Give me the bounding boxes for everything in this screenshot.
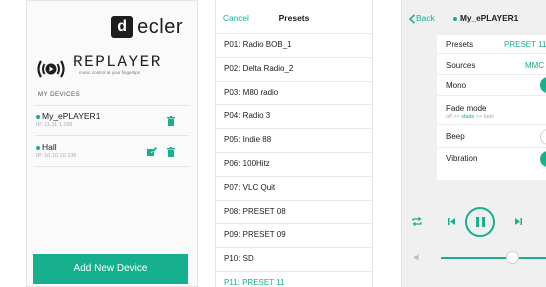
edit-icon[interactable] (147, 147, 157, 157)
settings-panel: Presets PRESET 11 Sources MMC Mono Fade … (437, 35, 546, 180)
trash-icon[interactable] (167, 116, 175, 126)
divider (35, 166, 189, 167)
presets-nav-bar: Cancel Presets (216, 0, 372, 33)
app-screens: d ecler REPLAYER music control at your f… (0, 0, 546, 287)
toggle-knob (541, 130, 546, 144)
back-button[interactable]: Back (416, 13, 435, 23)
preset-item[interactable]: P04: Radio 3 (216, 104, 372, 128)
player-settings-screen: Back My_ePLAYER1 Presets PRESET 11 Sourc… (401, 0, 546, 287)
volume-track[interactable] (441, 257, 546, 259)
preset-item[interactable]: P09: PRESET 09 (216, 223, 372, 247)
divider (35, 135, 189, 136)
device-status-dot (36, 146, 40, 150)
preset-item[interactable]: P11: PRESET 11 (216, 270, 372, 287)
fade-mode-row[interactable]: Fade mode off >> xfade >> fade (437, 96, 546, 125)
replayer-logo: REPLAYER music control at your fingertip… (35, 53, 195, 85)
vibration-label: Vibration (446, 154, 478, 163)
pause-button[interactable] (465, 207, 495, 237)
repeat-icon[interactable] (412, 217, 422, 226)
preset-item[interactable]: P05: Indie 88 (216, 128, 372, 152)
preset-item[interactable]: P01: Radio BOB_1 (216, 33, 372, 57)
device-item[interactable]: Hall IP: 10.10.10.106 (35, 140, 189, 176)
trash-icon[interactable] (167, 147, 175, 157)
playback-controls (402, 200, 546, 240)
beep-label: Beep (446, 132, 465, 141)
device-ip: IP: 11.11.1.106 (36, 122, 73, 128)
fade-option-fade: >> fade (474, 114, 495, 120)
preset-item[interactable]: P08: PRESET 08 (216, 199, 372, 224)
beep-row: Beep (437, 125, 546, 148)
divider (35, 105, 189, 106)
player-nav-bar: Back My_ePLAYER1 (402, 0, 546, 34)
replayer-wordmark: REPLAYER (73, 53, 162, 71)
ecler-logo: d ecler (111, 13, 183, 41)
next-icon[interactable] (515, 218, 522, 225)
mono-row: Mono (437, 75, 546, 96)
sources-label: Sources (446, 61, 476, 70)
presets-label: Presets (446, 40, 474, 49)
preset-item[interactable]: P03: M80 radio (216, 80, 372, 105)
fade-mode-options: off >> xfade >> fade (446, 114, 494, 120)
device-status-dot (36, 115, 40, 119)
player-name: My_ePLAYER1 (460, 13, 519, 23)
vibration-toggle[interactable] (540, 151, 546, 167)
fade-mode-label: Fade mode (446, 104, 487, 113)
preset-list: P01: Radio BOB_1 P02: Delta Radio_2 P03: M… (216, 33, 372, 287)
speaker-icon (414, 254, 419, 261)
volume-slider-knob[interactable] (506, 251, 519, 264)
beep-toggle[interactable] (540, 129, 546, 145)
devices-screen: d ecler REPLAYER music control at your f… (26, 0, 198, 287)
device-ip: IP: 10.10.10.106 (36, 153, 77, 159)
preset-item[interactable]: P10: SD (216, 247, 372, 271)
presets-title: Presets (278, 13, 310, 23)
sources-row[interactable]: Sources MMC (437, 54, 546, 75)
presets-screen: Cancel Presets P01: Radio BOB_1 P02: Delt… (215, 0, 373, 287)
pause-bar (482, 217, 485, 227)
pause-bar (476, 217, 479, 227)
mono-toggle[interactable] (540, 77, 546, 93)
preset-item[interactable]: P02: Delta Radio_2 (216, 56, 372, 81)
device-name: My_ePLAYER1 (42, 111, 101, 121)
ecler-logo-mark: d (111, 16, 134, 38)
broadcast-play-icon (37, 60, 65, 78)
fade-option-xfade: xfade (461, 114, 475, 120)
sources-value: MMC (525, 61, 545, 70)
presets-row[interactable]: Presets PRESET 11 (437, 35, 546, 54)
vibration-row: Vibration (437, 148, 546, 174)
player-status-dot (453, 17, 457, 21)
presets-value: PRESET 11 (504, 40, 546, 49)
previous-icon[interactable] (448, 218, 455, 225)
add-new-device-button[interactable]: Add New Device (33, 254, 188, 284)
my-devices-heading: MY DEVICES (38, 91, 81, 98)
ecler-logo-word: ecler (137, 15, 183, 38)
volume-control (402, 250, 546, 266)
preset-item[interactable]: P06: 100Hitz (216, 151, 372, 176)
mono-label: Mono (446, 81, 467, 90)
chevron-left-icon[interactable] (408, 14, 416, 24)
replayer-tagline: music control at your fingertips (79, 70, 141, 75)
fade-option-off: off >> (446, 114, 462, 120)
device-name: Hall (42, 142, 57, 152)
preset-item[interactable]: P07: VLC Quit (216, 175, 372, 200)
